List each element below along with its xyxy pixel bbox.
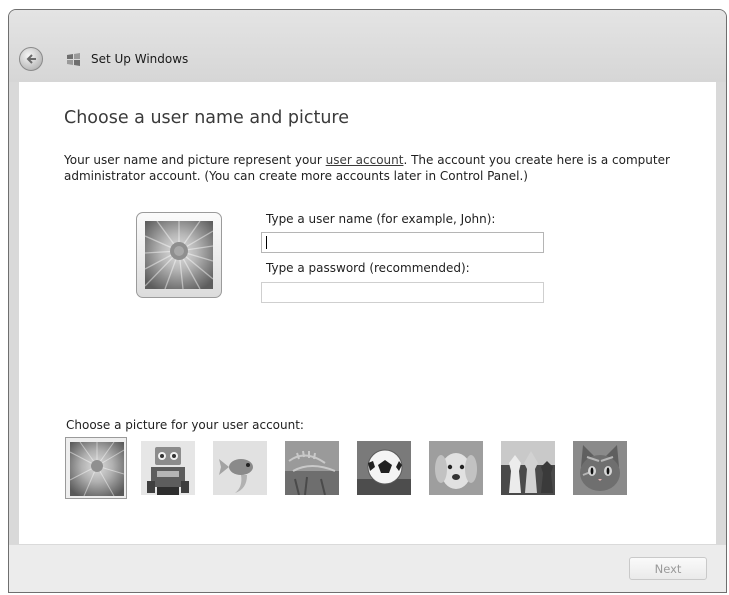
picture-option-puppy[interactable] (425, 437, 487, 499)
flower-picture (70, 442, 124, 496)
back-button[interactable] (19, 47, 43, 71)
robot-picture (141, 441, 195, 495)
flower-picture-large (145, 221, 213, 289)
picture-option-chess[interactable] (497, 437, 559, 499)
description-text: Your user name and picture represent you… (64, 152, 674, 184)
picture-option-robot[interactable] (137, 437, 199, 499)
picture-option-kitten[interactable] (569, 437, 631, 499)
puppy-picture (429, 441, 483, 495)
windows-setup-icon (67, 53, 80, 66)
text-cursor (266, 236, 267, 249)
picture-chooser-label: Choose a picture for your user account: (66, 418, 304, 432)
goldfish-picture (213, 441, 267, 495)
description-part-1: Your user name and picture represent you… (64, 153, 326, 167)
back-arrow-icon (26, 54, 36, 64)
picture-option-soccer-ball[interactable] (353, 437, 415, 499)
picture-chooser (65, 437, 665, 503)
next-button[interactable]: Next (629, 557, 707, 580)
user-account-link[interactable]: user account (326, 153, 404, 167)
fern-picture (285, 441, 339, 495)
password-label: Type a password (recommended): (266, 261, 470, 275)
kitten-picture (573, 441, 627, 495)
soccer-ball-picture (357, 441, 411, 495)
password-input[interactable] (261, 282, 544, 303)
title-bar: Set Up Windows (9, 10, 726, 82)
username-input[interactable] (261, 232, 544, 253)
page-title: Choose a user name and picture (64, 108, 349, 128)
main-content: Choose a user name and picture Your user… (19, 82, 716, 544)
selected-user-picture (136, 212, 222, 298)
chess-picture (501, 441, 555, 495)
username-label: Type a user name (for example, John): (266, 212, 496, 226)
window-title: Set Up Windows (91, 52, 189, 66)
picture-option-goldfish[interactable] (209, 437, 271, 499)
picture-option-fern[interactable] (281, 437, 343, 499)
footer-bar: Next (9, 544, 726, 592)
setup-window: Set Up Windows Choose a user name and pi… (8, 9, 727, 593)
picture-option-flower[interactable] (65, 437, 127, 499)
